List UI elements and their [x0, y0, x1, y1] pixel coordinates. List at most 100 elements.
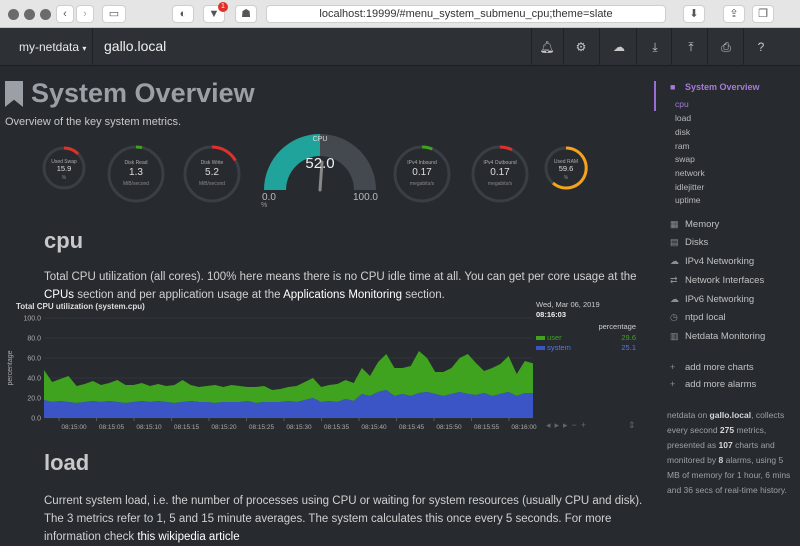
gauge-title: IPv4 Outbound	[483, 160, 517, 166]
x-tick-label: 08:15:05	[99, 424, 125, 431]
user-swatch	[536, 336, 545, 341]
bookmark-icon: ■	[670, 82, 676, 92]
page-title: System Overview	[31, 78, 255, 108]
share-icon[interactable]: ⇪	[723, 5, 745, 23]
sidebar-sub-cpu[interactable]: cpu	[675, 99, 689, 109]
sidebar-item-ntpd[interactable]: ntpd local	[685, 312, 726, 323]
x-tick-label: 08:15:30	[286, 424, 312, 431]
plus-icon: +	[670, 362, 676, 372]
monitoring-icon: ▥	[670, 331, 679, 341]
x-tick-label: 08:16:00	[511, 424, 537, 431]
caret-down-icon: ▾	[82, 44, 87, 53]
navbar-divider	[531, 28, 532, 66]
x-tick-label: 08:15:55	[474, 424, 500, 431]
sidebar-item-disks[interactable]: Disks	[685, 237, 708, 248]
cpu-text: Total CPU utilization (all cores). 100% …	[44, 271, 637, 283]
upload-icon[interactable]: ⤒	[683, 39, 699, 55]
cpu-description: Total CPU utilization (all cores). 100% …	[44, 268, 644, 304]
disks-icon: ▤	[670, 237, 679, 247]
gear-icon[interactable]: ⚙	[573, 39, 589, 55]
gauge-unit: %	[61, 175, 67, 181]
gauge-value: 1.3	[129, 167, 143, 178]
clock-icon: ◷	[670, 312, 678, 322]
wikipedia-link[interactable]: this wikipedia article	[137, 531, 239, 543]
navbar-divider	[599, 28, 600, 66]
cloud-download-icon[interactable]: ☁	[611, 39, 627, 55]
load-heading: load	[44, 450, 90, 475]
y-tick-label: 100.0	[23, 316, 41, 323]
download-icon[interactable]: ⬇	[683, 5, 705, 23]
sidebar-sub-disk[interactable]: disk	[675, 127, 690, 137]
navbar-divider	[636, 28, 637, 66]
navbar-divider	[92, 28, 93, 66]
x-tick-label: 08:15:25	[249, 424, 275, 431]
navbar-divider	[743, 28, 744, 66]
sidebar-sub-load[interactable]: load	[675, 113, 691, 123]
used-swap-gauge[interactable]: Used Swap 15.9 %	[40, 144, 88, 192]
gauge-unit: MiB/second	[122, 181, 150, 187]
legend-system[interactable]: system 25.1	[536, 343, 636, 353]
cpu-text: section.	[402, 289, 445, 301]
sidebar-item-ipv6[interactable]: IPv6 Networking	[685, 294, 754, 305]
sidebar-sub-network[interactable]: network	[675, 168, 705, 178]
ghost-extension-icon[interactable]: ☗	[235, 5, 257, 23]
back-button[interactable]: ‹	[56, 5, 74, 23]
footer-host: gallo.local	[709, 410, 752, 420]
ipv4-inbound-gauge[interactable]: IPv4 Inbound 0.17 megabits/s	[392, 144, 452, 204]
gauge-unit: megabits/s	[409, 181, 435, 187]
bell-icon[interactable]: 🔔︎	[539, 39, 555, 55]
x-tick-label: 08:15:35	[324, 424, 350, 431]
footer-metrics: 275	[719, 425, 735, 435]
close-window-button[interactable]	[8, 9, 19, 20]
resize-handle-icon[interactable]: ⇕	[628, 420, 636, 431]
address-bar[interactable]: localhost:19999/#menu_system_submenu_cpu…	[266, 5, 666, 23]
help-icon[interactable]: ?	[753, 39, 769, 55]
gauge-unit: %	[563, 175, 569, 181]
cpu-gauge[interactable]: CPU 52.0 0.0 100.0 %	[258, 132, 382, 209]
legend-time: 08:16:03	[536, 310, 567, 319]
sidebar-item-ipv4[interactable]: IPv4 Networking	[685, 256, 754, 267]
cpus-link[interactable]: CPUs	[44, 289, 74, 301]
main-content: System Overview Overview of the key syst…	[0, 66, 650, 543]
sidebar-sub-swap[interactable]: swap	[675, 154, 695, 164]
legend-user[interactable]: user 29.6	[536, 333, 636, 343]
sidebar-sub-idlejitter[interactable]: idlejitter	[675, 182, 704, 192]
chart-toolbox[interactable]: ◂▸▸−+	[546, 420, 590, 431]
gauge-unit: MiB/second	[198, 181, 226, 187]
cpu-gauge-value: 52.0	[305, 155, 335, 172]
minimize-window-button[interactable]	[24, 9, 35, 20]
sidebar-item-system-overview[interactable]: System Overview	[685, 82, 760, 92]
y-tick-label: 20.0	[27, 396, 41, 403]
sidebar-item-memory[interactable]: Memory	[685, 219, 719, 230]
gauge-title: Disk Read	[124, 160, 148, 166]
bookmark-icon	[5, 81, 23, 107]
browser-extension-icon[interactable]: ◐	[172, 5, 194, 23]
shield-extension-icon[interactable]: ▼ 1	[203, 2, 228, 23]
sidebar-sub-ram[interactable]: ram	[675, 141, 690, 151]
used-ram-gauge[interactable]: Used RAM 59.6 %	[542, 144, 590, 192]
legend-unit: percentage	[598, 322, 636, 331]
y-tick-label: 80.0	[27, 336, 41, 343]
y-tick-label: 0.0	[31, 416, 41, 423]
add-more-charts-link[interactable]: add more charts	[685, 362, 754, 373]
forward-button[interactable]: ›	[76, 5, 94, 23]
brand-menu[interactable]: my-netdata ▾	[19, 40, 86, 54]
zoom-window-button[interactable]	[40, 9, 51, 20]
print-icon[interactable]: ⎙	[718, 39, 734, 55]
interfaces-icon: ⇄	[670, 275, 678, 285]
ipv4-outbound-gauge[interactable]: IPv4 Outbound 0.17 megabits/s	[470, 144, 530, 204]
cpu-gauge-unit: %	[261, 202, 268, 209]
download-icon[interactable]: ⤓	[647, 39, 663, 55]
disk-read-gauge[interactable]: Disk Read 1.3 MiB/second	[106, 144, 166, 204]
sidebar-toggle-icon[interactable]: ▭	[102, 5, 126, 23]
tabs-icon[interactable]: ❐	[752, 5, 774, 23]
sidebar-item-network-interfaces[interactable]: Network Interfaces	[685, 275, 764, 286]
sidebar-sub-uptime[interactable]: uptime	[675, 195, 701, 205]
sidebar-item-netdata-monitoring[interactable]: Netdata Monitoring	[685, 331, 765, 342]
gauge-title: Disk Write	[200, 160, 224, 166]
disk-write-gauge[interactable]: Disk Write 5.2 MiB/second	[182, 144, 242, 204]
legend-date: Wed, Mar 06, 2019	[536, 300, 600, 309]
add-more-alarms-link[interactable]: add more alarms	[685, 379, 756, 390]
applications-monitoring-link[interactable]: Applications Monitoring	[283, 289, 402, 301]
cpu-chart[interactable]: Total CPU utilization (system.cpu) 100.0…	[0, 300, 650, 442]
